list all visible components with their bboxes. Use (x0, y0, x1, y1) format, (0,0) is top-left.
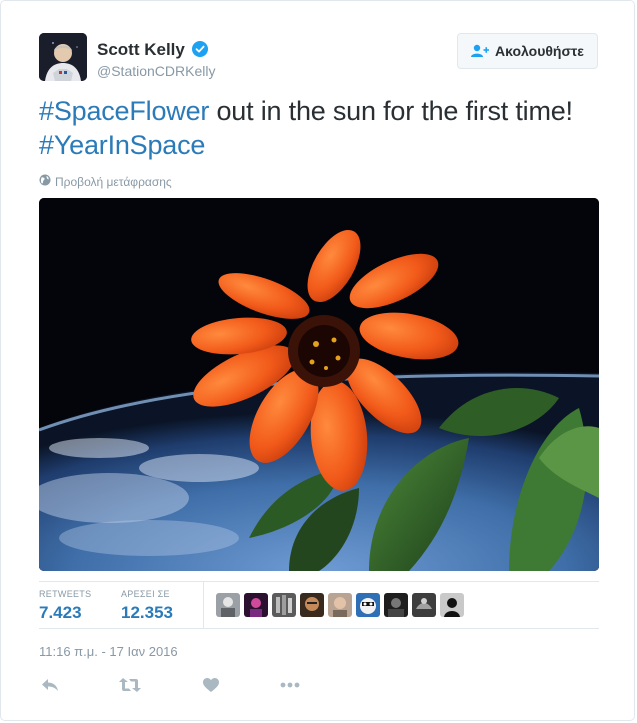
divider (39, 581, 599, 582)
hashtag-spaceflower[interactable]: #SpaceFlower (39, 96, 209, 126)
user-name[interactable]: Scott Kelly (97, 40, 185, 60)
divider (39, 628, 599, 629)
globe-icon (39, 174, 51, 189)
tweet-text: #SpaceFlower out in the sun for the firs… (39, 94, 599, 162)
divider (203, 582, 204, 628)
tweet-timestamp[interactable]: 11:16 π.μ. - 17 Ιαν 2016 (39, 644, 178, 659)
follow-button[interactable]: Ακολουθήστε (457, 33, 598, 69)
liker-avatar[interactable] (328, 593, 352, 617)
likes-label: ΑΡΕΣΕΙ ΣΕ (121, 589, 170, 599)
liker-avatar[interactable] (300, 593, 324, 617)
hashtag-yearinspace[interactable]: #YearInSpace (39, 130, 205, 160)
more-icon[interactable] (279, 675, 301, 695)
liker-avatar[interactable] (244, 593, 268, 617)
zinnia-flower-photo[interactable] (39, 198, 599, 571)
likes-count[interactable]: 12.353 (121, 603, 173, 623)
liker-avatar[interactable] (272, 593, 296, 617)
add-user-icon (471, 44, 490, 58)
user-handle[interactable]: @StationCDRKelly (97, 63, 215, 79)
translate-link[interactable]: Προβολή μετάφρασης (39, 174, 172, 189)
liker-avatar[interactable] (440, 593, 464, 617)
liker-avatar[interactable] (412, 593, 436, 617)
like-icon[interactable] (200, 675, 222, 695)
reply-icon[interactable] (39, 675, 61, 695)
liker-avatar[interactable] (356, 593, 380, 617)
likers-avatars (216, 593, 464, 617)
retweets-count[interactable]: 7.423 (39, 603, 82, 623)
astronaut-avatar[interactable] (39, 33, 87, 81)
retweets-label: RETWEETS (39, 589, 92, 599)
tweet-card: Scott Kelly @StationCDRKelly Ακολουθήστε… (0, 0, 635, 721)
retweet-icon[interactable] (119, 675, 141, 695)
liker-avatar[interactable] (384, 593, 408, 617)
verified-badge-icon (192, 41, 208, 57)
liker-avatar[interactable] (216, 593, 240, 617)
tweet-body-text: out in the sun for the first time! (209, 96, 573, 126)
translate-label: Προβολή μετάφρασης (55, 174, 172, 189)
follow-button-label: Ακολουθήστε (495, 43, 584, 59)
